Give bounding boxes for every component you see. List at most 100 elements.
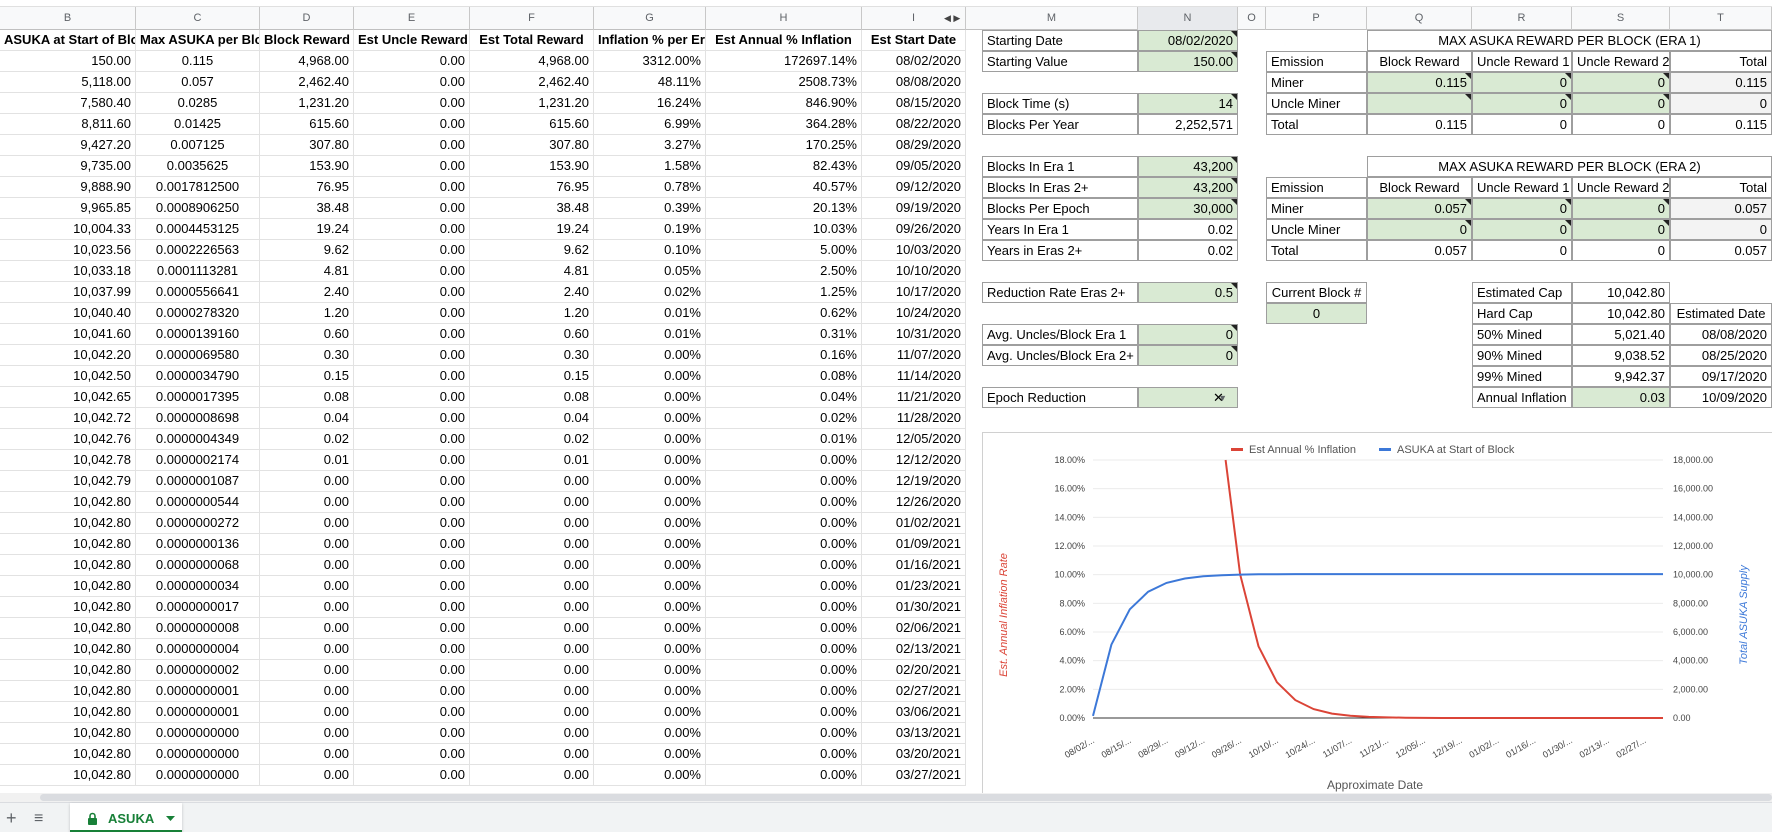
main-table-cell[interactable]: 0.00 xyxy=(260,639,354,660)
param-value-blocks-epoch[interactable]: 30,000 xyxy=(1138,198,1238,219)
era2-cell[interactable]: 0.057 xyxy=(1367,198,1472,219)
main-table-cell[interactable]: 0.0001113281 xyxy=(136,261,260,282)
main-table-cell[interactable]: 10,042.80 xyxy=(0,723,136,744)
main-table-cell[interactable]: 0.00 xyxy=(354,660,470,681)
main-table-cell[interactable]: 0.0000000000 xyxy=(136,723,260,744)
main-table-cell[interactable]: 0.0000556641 xyxy=(136,282,260,303)
main-table-cell[interactable]: 12/05/2020 xyxy=(862,429,966,450)
main-table-cell[interactable]: 0.00% xyxy=(594,618,706,639)
main-table-cell[interactable]: 0.04 xyxy=(260,408,354,429)
column-header-q[interactable]: Q xyxy=(1367,7,1472,30)
main-table-cell[interactable]: 1,231.20 xyxy=(260,93,354,114)
main-table-cell[interactable]: 01/16/2021 xyxy=(862,555,966,576)
main-table-cell[interactable]: 0.0285 xyxy=(136,93,260,114)
main-table-cell[interactable]: 0.00 xyxy=(354,156,470,177)
main-table-cell[interactable]: 170.25% xyxy=(706,135,862,156)
main-table-cell[interactable]: 0.62% xyxy=(706,303,862,324)
main-table-cell[interactable]: 0.00 xyxy=(260,744,354,765)
main-table-cell[interactable]: 0.00% xyxy=(594,765,706,786)
main-table-cell[interactable]: 48.11% xyxy=(594,72,706,93)
main-table-cell[interactable]: 0.00% xyxy=(594,366,706,387)
param-value-years-era1[interactable]: 0.02 xyxy=(1138,219,1238,240)
sheet-tab-asuka[interactable]: ASUKA xyxy=(70,803,182,832)
main-table-cell[interactable]: 10,042.80 xyxy=(0,534,136,555)
main-table-cell[interactable]: 0.00 xyxy=(260,555,354,576)
main-table-cell[interactable]: 0.01425 xyxy=(136,114,260,135)
main-table-cell[interactable]: 10,004.33 xyxy=(0,219,136,240)
main-table-cell[interactable]: 0.0000000004 xyxy=(136,639,260,660)
main-table-cell[interactable]: 0.05% xyxy=(594,261,706,282)
main-table-cell[interactable]: 0.01 xyxy=(260,450,354,471)
main-table-cell[interactable]: 0.00 xyxy=(260,723,354,744)
main-table-cell[interactable]: 0.00 xyxy=(260,618,354,639)
main-table-cell[interactable]: 0.00 xyxy=(260,681,354,702)
main-table-cell[interactable]: 0.60 xyxy=(260,324,354,345)
dropdown-arrow-icon[interactable]: ▼ xyxy=(1218,388,1227,407)
main-table-cell[interactable]: 10,042.80 xyxy=(0,744,136,765)
main-table-cell[interactable]: 615.60 xyxy=(470,114,594,135)
main-table-cell[interactable]: 0.00 xyxy=(470,513,594,534)
mined-value[interactable]: 9,038.52 xyxy=(1572,345,1670,366)
main-table-cell[interactable]: 01/09/2021 xyxy=(862,534,966,555)
main-table-cell[interactable]: 0.60 xyxy=(470,324,594,345)
main-table-cell[interactable]: 0.00% xyxy=(594,744,706,765)
main-table-cell[interactable]: 0.00% xyxy=(594,702,706,723)
main-table-cell[interactable]: 82.43% xyxy=(706,156,862,177)
main-table-cell[interactable]: 0.007125 xyxy=(136,135,260,156)
main-table-cell[interactable]: 10,042.80 xyxy=(0,597,136,618)
main-table-cell[interactable]: 0.00% xyxy=(706,618,862,639)
era2-cell[interactable]: 0.057 xyxy=(1367,240,1472,261)
main-table-cell[interactable]: 7,580.40 xyxy=(0,93,136,114)
main-table-cell[interactable]: 40.57% xyxy=(706,177,862,198)
main-table-cell[interactable]: 0.00 xyxy=(354,198,470,219)
main-table-cell[interactable]: 76.95 xyxy=(260,177,354,198)
era2-cell[interactable]: 0 xyxy=(1572,240,1670,261)
main-table-cell[interactable]: 0.00% xyxy=(706,702,862,723)
main-table-cell[interactable]: 0.39% xyxy=(594,198,706,219)
era1-cell[interactable]: 0 xyxy=(1572,93,1670,114)
main-table-cell[interactable]: 0.00% xyxy=(594,639,706,660)
main-table-cell[interactable]: 1.20 xyxy=(260,303,354,324)
era1-cell[interactable]: 0 xyxy=(1670,93,1772,114)
main-table-cell[interactable]: 1.25% xyxy=(706,282,862,303)
scrollbar-thumb[interactable] xyxy=(40,794,1772,801)
main-table-cell[interactable]: 0.00 xyxy=(354,681,470,702)
mined-date[interactable]: 08/08/2020 xyxy=(1670,324,1772,345)
era1-cell[interactable] xyxy=(1367,93,1472,114)
main-table-cell[interactable]: 10/10/2020 xyxy=(862,261,966,282)
horizontal-scrollbar[interactable] xyxy=(0,793,1772,802)
main-table-cell[interactable]: 0.0000000001 xyxy=(136,681,260,702)
main-table-cell[interactable]: 150.00 xyxy=(0,51,136,72)
main-table-cell[interactable]: 0.00% xyxy=(594,450,706,471)
main-table-cell[interactable]: 0.00 xyxy=(354,114,470,135)
main-table-cell[interactable]: 1.20 xyxy=(470,303,594,324)
main-table-cell[interactable]: 153.90 xyxy=(470,156,594,177)
main-table-cell[interactable]: 5,118.00 xyxy=(0,72,136,93)
main-table-cell[interactable]: 0.00% xyxy=(706,765,862,786)
main-table-cell[interactable]: 0.00 xyxy=(470,576,594,597)
main-table-cell[interactable]: 9,427.20 xyxy=(0,135,136,156)
main-table-cell[interactable]: 10,042.80 xyxy=(0,576,136,597)
main-table-cell[interactable]: 0.00% xyxy=(594,345,706,366)
main-table-cell[interactable]: 9.62 xyxy=(260,240,354,261)
main-table-cell[interactable]: 0.00 xyxy=(354,429,470,450)
main-table-cell[interactable]: 10,042.76 xyxy=(0,429,136,450)
main-table-cell[interactable]: 846.90% xyxy=(706,93,862,114)
main-table-cell[interactable]: 0.00 xyxy=(354,135,470,156)
main-table-cell[interactable]: 10,042.80 xyxy=(0,513,136,534)
main-table-cell[interactable]: 0.00 xyxy=(354,219,470,240)
param-value-blocks-eras2[interactable]: 43,200 xyxy=(1138,177,1238,198)
main-table-cell[interactable]: 0.00 xyxy=(470,471,594,492)
main-table-cell[interactable]: 08/22/2020 xyxy=(862,114,966,135)
era2-cell[interactable]: 0 xyxy=(1472,198,1572,219)
main-table-cell[interactable]: 0.115 xyxy=(136,51,260,72)
main-table-cell[interactable]: 0.00 xyxy=(260,597,354,618)
main-table-cell[interactable]: 02/06/2021 xyxy=(862,618,966,639)
main-table-cell[interactable]: 0.00 xyxy=(470,660,594,681)
column-header-e[interactable]: E xyxy=(354,7,470,30)
main-table-cell[interactable]: 0.02 xyxy=(470,429,594,450)
sheet-tab-caret-icon[interactable] xyxy=(166,816,175,822)
main-table-cell[interactable]: 364.28% xyxy=(706,114,862,135)
main-table-cell[interactable]: 02/20/2021 xyxy=(862,660,966,681)
main-table-cell[interactable]: 0.00% xyxy=(706,597,862,618)
